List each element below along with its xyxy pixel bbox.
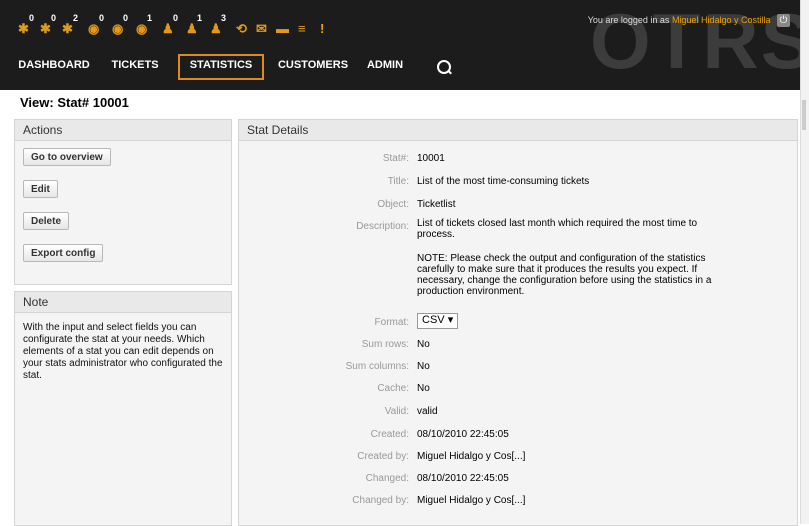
nav-tickets[interactable]: TICKETS [104,54,166,78]
detail-label: Title: [387,176,409,187]
scrollbar-thumb[interactable] [802,100,806,130]
detail-value-created-by: Miguel Hidalgo y Cos[...] [417,451,526,462]
toolbar-count: 1 [197,13,203,23]
note-text: With the input and select fields you can… [23,322,223,381]
toolbar-count: 0 [99,13,105,23]
format-field: CSV ▾ [417,313,727,329]
nav-admin[interactable]: ADMIN [360,54,410,78]
detail-description-note: NOTE: Please check the output and config… [417,253,712,297]
phone-ticket-icon[interactable]: ⟲ [234,16,256,38]
header-bar: OTRS ✱ 0 ✱ 0 ✱ 2 ◉ 0 ◉ 0 ◉ 1 ♟ 0 ♟ 1 ♟ 3 ⟲ ✉ ▬ ≡ … [0,0,800,90]
power-icon[interactable]: ⏻ [777,14,790,27]
detail-label: Description: [356,221,409,232]
stat-details-heading: Stat Details [239,120,797,141]
detail-value-title: List of the most time-consuming tickets [417,176,590,187]
format-selected-value: CSV [422,314,445,326]
stat-details-list: Stat#: 10001 Title: List of the most tim… [239,141,797,525]
detail-value-description: List of tickets closed last month which … [417,218,698,240]
search-icon[interactable] [437,60,451,74]
detail-value-sum-columns: No [417,361,430,372]
detail-value-sum-rows: No [417,339,430,350]
export-config-button[interactable]: Export config [23,244,104,262]
email-ticket-icon[interactable]: ✉ [254,16,276,38]
watched-tickets-new-icon[interactable]: ◉ 0 [86,13,108,38]
queue-view-icon[interactable]: ≡ [296,16,318,38]
note-box: Note With the input and select fields yo… [14,291,232,526]
detail-value-valid: valid [417,406,438,417]
page-title: View: Stat# 10001 [20,95,129,110]
format-select[interactable]: CSV ▾ [417,313,459,329]
window-scrollbar[interactable] [800,0,809,524]
detail-label: Stat#: [382,153,409,164]
nav-dashboard[interactable]: DASHBOARD [14,54,94,78]
logged-in-user-link[interactable]: Miguel Hidalgo y Costilla [672,15,771,25]
responsible-tickets-reminder-icon[interactable]: ♟ 1 [184,13,206,38]
toolbar-count: 1 [147,13,153,23]
toolbar-count: 0 [123,13,129,23]
detail-value-object: Ticketlist [417,199,456,210]
nav-customers[interactable]: CUSTOMERS [270,54,356,78]
detail-label: Valid: [384,406,409,417]
edit-button[interactable]: Edit [23,180,58,198]
detail-label: Sum columns: [345,361,409,372]
chevron-down-icon: ▾ [447,314,454,326]
toolbar-count: 2 [73,13,79,23]
watched-tickets-reminder-icon[interactable]: ◉ 0 [110,13,132,38]
detail-label: Changed: [365,473,409,484]
escalated-tickets-icon[interactable]: ! [318,16,340,38]
watched-tickets-total-icon[interactable]: ◉ 1 [134,13,156,38]
note-heading: Note [15,292,231,313]
toolbar-count: 0 [51,13,57,23]
delete-button[interactable]: Delete [23,212,70,230]
responsible-tickets-new-icon[interactable]: ♟ 0 [160,13,182,38]
detail-value-stat-number: 10001 [417,153,445,164]
locked-tickets-total-icon[interactable]: ✱ 2 [60,13,82,38]
toolbar-count: 3 [221,13,227,23]
detail-label: Changed by: [352,495,409,506]
responsible-tickets-total-icon[interactable]: ♟ 3 [208,13,230,38]
toolbar-count: 0 [173,13,179,23]
detail-label: Cache: [377,383,409,394]
detail-label: Created: [370,429,409,440]
detail-label: Sum rows: [361,339,409,350]
detail-label: Format: [374,317,409,328]
nav-statistics[interactable]: STATISTICS [178,54,264,80]
detail-label: Object: [377,199,409,210]
stat-details-box: Stat Details Stat#: 10001 Title: List of… [238,119,798,526]
detail-value-cache: No [417,383,430,394]
ticket-search-icon[interactable]: ▬ [274,16,296,38]
actions-heading: Actions [15,120,231,141]
go-to-overview-button[interactable]: Go to overview [23,148,111,166]
detail-value-changed: 08/10/2010 22:45:05 [417,473,509,484]
detail-value-changed-by: Miguel Hidalgo y Cos[...] [417,495,526,506]
actions-box: Actions Go to overview Edit Delete Expor… [14,119,232,285]
detail-value-created: 08/10/2010 22:45:05 [417,429,509,440]
detail-label: Created by: [357,451,409,462]
locked-tickets-reminder-icon[interactable]: ✱ 0 [38,13,60,38]
login-info: You are logged in as Miguel Hidalgo y Co… [588,14,790,27]
toolbar-count: 0 [29,13,35,23]
login-prefix: You are logged in as [587,14,670,25]
locked-tickets-new-icon[interactable]: ✱ 0 [16,13,38,38]
